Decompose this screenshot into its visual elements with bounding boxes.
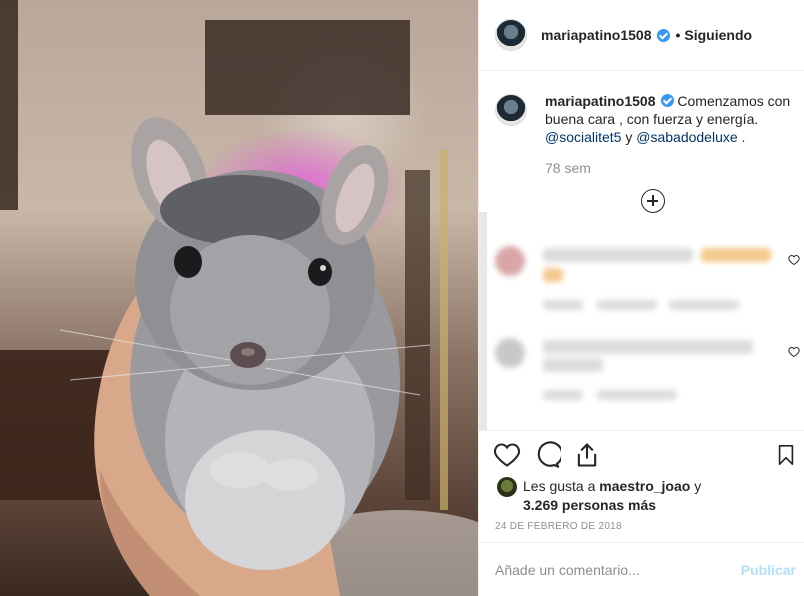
comment-like-heart-icon[interactable] <box>788 254 800 266</box>
post-caption: mariapatino1508 Comenzamos con buena car… <box>479 72 804 146</box>
liker-avatar[interactable] <box>497 477 517 497</box>
caption-text: mariapatino1508 Comenzamos con buena car… <box>545 92 794 146</box>
caption-end: . <box>737 129 746 145</box>
comments-section[interactable]: mariapatino1508 Comenzamos con buena car… <box>479 72 804 430</box>
caption-time-ago: 78 sem <box>545 160 591 176</box>
mention-link-socialitet5[interactable]: @socialitet5 <box>545 129 621 145</box>
caption-verified-badge-icon <box>660 94 674 107</box>
share-icon[interactable] <box>573 441 601 469</box>
blurred-comment-line <box>543 268 563 282</box>
blurred-comment-line <box>543 300 583 310</box>
blurred-comment-line <box>701 248 771 262</box>
publish-button[interactable]: Publicar <box>741 562 796 578</box>
blurred-comment-line <box>543 248 693 262</box>
blurred-comment-line <box>597 390 677 400</box>
blurred-comment-line <box>669 300 739 310</box>
liker-username[interactable]: maestro_joao <box>599 478 690 494</box>
likes-prefix: Les gusta a <box>523 478 600 494</box>
likes-text: Les gusta a maestro_joao y 3.269 persona… <box>523 477 701 515</box>
caption-author-avatar[interactable] <box>495 94 527 126</box>
likes-count-link[interactable]: 3.269 personas más <box>523 497 656 513</box>
action-icons-row <box>493 441 794 471</box>
blurred-comments <box>479 212 804 430</box>
following-button[interactable]: Siguiendo <box>684 27 752 43</box>
blurred-comment-line <box>543 390 583 400</box>
comment-input[interactable] <box>495 561 741 578</box>
blurred-comment-line <box>543 340 753 354</box>
author-username[interactable]: mariapatino1508 <box>541 27 652 43</box>
author-avatar[interactable] <box>495 19 527 51</box>
mention-link-sabadodeluxe[interactable]: @sabadodeluxe <box>636 129 737 145</box>
blurred-comment-avatar <box>495 338 525 368</box>
caption-author-username[interactable]: mariapatino1508 <box>545 93 656 109</box>
comment-like-heart-icon[interactable] <box>788 346 800 358</box>
heart-icon[interactable] <box>493 441 521 469</box>
blurred-comment-line <box>543 358 603 372</box>
likes-connector: y <box>690 478 702 494</box>
follow-separator: • <box>675 27 681 43</box>
plus-circle-icon[interactable] <box>641 189 665 213</box>
chinchilla-photo-illustration <box>0 0 478 596</box>
caption-connector: y <box>621 129 637 145</box>
verified-badge-icon <box>656 28 670 42</box>
add-comment-form: Publicar <box>479 542 804 596</box>
bookmark-icon[interactable] <box>775 441 797 469</box>
blurred-comment-avatar <box>495 246 525 276</box>
post-actions: Les gusta a maestro_joao y 3.269 persona… <box>479 430 804 542</box>
blurred-comment-line <box>597 300 657 310</box>
post-date[interactable]: 24 DE FEBRERO DE 2018 <box>495 521 622 532</box>
comment-bubble-icon[interactable] <box>533 441 561 469</box>
post-sidebar: mariapatino1508 • Siguiendo mariapatino1… <box>478 0 804 596</box>
likes-summary: Les gusta a maestro_joao y 3.269 persona… <box>497 477 701 515</box>
post-header: mariapatino1508 • Siguiendo <box>479 0 804 71</box>
post-image[interactable] <box>0 0 478 596</box>
